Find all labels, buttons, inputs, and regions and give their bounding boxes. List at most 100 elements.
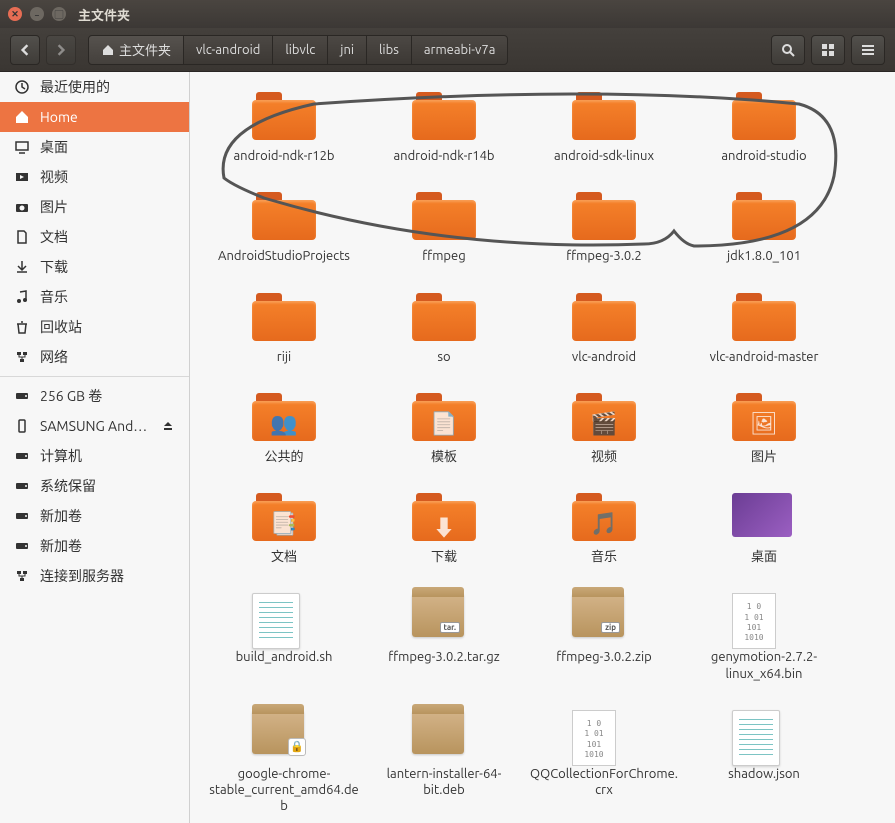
sidebar-item-label: 新加卷 (40, 536, 175, 556)
eject-icon[interactable] (161, 419, 175, 433)
file-item[interactable]: shadow.json (684, 710, 844, 815)
file-item[interactable]: AndroidStudioProjects (204, 192, 364, 264)
file-item[interactable]: vlc-android (524, 293, 684, 365)
folder-icon (252, 293, 316, 341)
file-item[interactable]: android-studio (684, 92, 844, 164)
sidebar-item-reserved[interactable]: 系统保留 (0, 471, 189, 501)
file-item[interactable]: 🎬视频 (524, 393, 684, 465)
file-item[interactable]: 1 01 011011010QQCollectionForChrome.crx (524, 710, 684, 815)
file-item-label: ffmpeg-3.0.2.tar.gz (388, 649, 499, 665)
folder-icon (412, 92, 476, 140)
sidebar-item-label: 最近使用的 (40, 77, 175, 97)
download-icon (14, 259, 30, 275)
toolbar: 主文件夹 vlc-android libvlc jni libs armeabi… (0, 28, 895, 72)
sidebar-item-desktop[interactable]: 桌面 (0, 132, 189, 162)
sidebar-item-network-browse[interactable]: 网络 (0, 342, 189, 372)
file-item-label: QQCollectionForChrome.crx (529, 766, 679, 799)
sidebar-item-vol256[interactable]: 256 GB 卷 (0, 381, 189, 411)
folder-icon (252, 92, 316, 140)
sidebar-item-recent[interactable]: 最近使用的 (0, 72, 189, 102)
search-button[interactable] (771, 35, 805, 65)
search-icon (780, 42, 796, 58)
sidebar-item-trash[interactable]: 回收站 (0, 312, 189, 342)
breadcrumb-home[interactable]: 主文件夹 (88, 35, 184, 65)
file-item[interactable]: zipffmpeg-3.0.2.zip (524, 593, 684, 682)
file-item[interactable]: ffmpeg (364, 192, 524, 264)
file-item[interactable]: 🔒google-chrome-stable_current_amd64.deb (204, 710, 364, 815)
grid-icon (820, 42, 836, 58)
sidebar-item-downloads[interactable]: 下载 (0, 252, 189, 282)
file-item[interactable]: build_android.sh (204, 593, 364, 682)
file-item[interactable]: ffmpeg-3.0.2 (524, 192, 684, 264)
file-item-label: vlc-android-master (710, 349, 819, 365)
file-item-label: vlc-android (572, 349, 636, 365)
file-item[interactable]: ⬇下载 (364, 493, 524, 565)
disk-icon (14, 478, 30, 494)
file-item[interactable]: 🖼图片 (684, 393, 844, 465)
file-item-label: 音乐 (591, 549, 617, 565)
window-close-button[interactable]: ✕ (8, 7, 22, 21)
file-item[interactable]: 📄模板 (364, 393, 524, 465)
sidebar-item-computer[interactable]: 计算机 (0, 441, 189, 471)
file-item-label: android-sdk-linux (554, 148, 654, 164)
binary-file-icon: 1 01 011011010 (572, 710, 616, 766)
sidebar-item-music[interactable]: 音乐 (0, 282, 189, 312)
file-item-label: AndroidStudioProjects (218, 248, 350, 264)
sidebar-item-home[interactable]: Home (0, 102, 189, 132)
sidebar-item-documents[interactable]: 文档 (0, 222, 189, 252)
file-item[interactable]: jdk1.8.0_101 (684, 192, 844, 264)
sidebar-item-label: 文档 (40, 227, 175, 247)
view-toggle-button[interactable] (811, 35, 845, 65)
titlebar: ✕ ‒ ▢ 主文件夹 (0, 0, 895, 28)
archive-icon: 🔒 (252, 710, 304, 754)
chevron-right-icon (55, 44, 67, 56)
music-icon (14, 289, 30, 305)
menu-button[interactable] (851, 35, 885, 65)
camera-icon (14, 199, 30, 215)
sidebar-item-newvol2[interactable]: 新加卷 (0, 531, 189, 561)
file-item-label: jdk1.8.0_101 (727, 248, 801, 264)
disk-icon (14, 448, 30, 464)
breadcrumb-segment[interactable]: jni (328, 35, 367, 65)
sidebar-item-pictures[interactable]: 图片 (0, 192, 189, 222)
sidebar-item-label: 桌面 (40, 137, 175, 157)
file-item[interactable]: 👥公共的 (204, 393, 364, 465)
nav-forward-button[interactable] (46, 35, 76, 65)
window-minimize-button[interactable]: ‒ (30, 7, 44, 21)
file-item[interactable]: android-ndk-r14b (364, 92, 524, 164)
disk-icon (14, 388, 30, 404)
binary-file-icon: 1 01 011011010 (732, 593, 776, 649)
folder-icon (572, 192, 636, 240)
file-item[interactable]: vlc-android-master (684, 293, 844, 365)
breadcrumb-segment[interactable]: armeabi-v7a (412, 35, 509, 65)
breadcrumb-segment[interactable]: libs (367, 35, 412, 65)
sidebar-item-connect[interactable]: 连接到服务器 (0, 561, 189, 591)
file-item-label: android-ndk-r12b (233, 148, 334, 164)
archive-icon (412, 710, 464, 754)
file-item[interactable]: 📑文档 (204, 493, 364, 565)
file-item-label: riji (277, 349, 291, 365)
file-item[interactable]: tar.ffmpeg-3.0.2.tar.gz (364, 593, 524, 682)
content-area[interactable]: android-ndk-r12b android-ndk-r14b android-… (190, 72, 895, 823)
sidebar-item-videos[interactable]: 视频 (0, 162, 189, 192)
breadcrumb-segment[interactable]: libvlc (273, 35, 328, 65)
nav-back-button[interactable] (10, 35, 40, 65)
folder-icon: 🎬 (572, 393, 636, 441)
file-item[interactable]: 桌面 (684, 493, 844, 565)
file-item-label: genymotion-2.7.2-linux_x64.bin (689, 649, 839, 682)
sidebar-item-label: Home (40, 109, 175, 125)
file-item[interactable]: 1 01 011011010genymotion-2.7.2-linux_x64… (684, 593, 844, 682)
sidebar-item-samsung[interactable]: SAMSUNG And… (0, 411, 189, 441)
file-item[interactable]: lantern-installer-64-bit.deb (364, 710, 524, 815)
window-maximize-button[interactable]: ▢ (52, 7, 66, 21)
file-item[interactable]: so (364, 293, 524, 365)
file-item-label: 模板 (431, 449, 457, 465)
file-item[interactable]: 🎵音乐 (524, 493, 684, 565)
sidebar-item-newvol1[interactable]: 新加卷 (0, 501, 189, 531)
folder-icon (732, 293, 796, 341)
file-item[interactable]: android-ndk-r12b (204, 92, 364, 164)
file-item[interactable]: riji (204, 293, 364, 365)
breadcrumb-segment[interactable]: vlc-android (184, 35, 273, 65)
file-item-label: ffmpeg (422, 248, 465, 264)
file-item[interactable]: android-sdk-linux (524, 92, 684, 164)
